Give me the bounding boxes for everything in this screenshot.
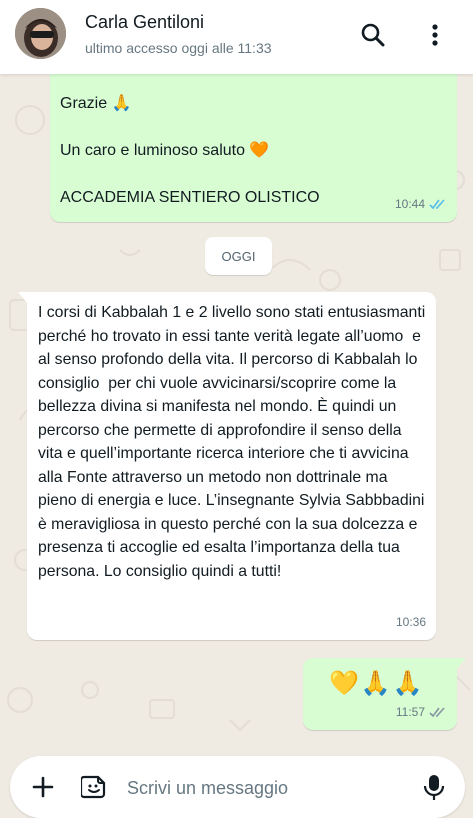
message-meta: 10:44 [395, 193, 447, 217]
avatar-photo [15, 8, 66, 59]
message-meta: 10:36 [396, 611, 426, 635]
date-divider: OGGI [205, 237, 272, 275]
message-incoming[interactable]: I corsi di Kabbalah 1 e 2 livello sono s… [18, 292, 436, 640]
message-text: I corsi di Kabbalah 1 e 2 livello sono s… [38, 304, 430, 580]
bubble-tail [456, 658, 466, 670]
more-options-icon[interactable] [428, 22, 442, 48]
search-icon[interactable] [360, 22, 386, 48]
last-seen-status: ultimo accesso oggi alle 11:33 [85, 40, 272, 56]
message-meta: 11:57 [396, 701, 447, 725]
message-time: 10:36 [395, 614, 426, 629]
message-text: 💛🙏🙏 [329, 670, 425, 697]
message-time: 11:57 [395, 704, 425, 719]
microphone-icon[interactable] [423, 774, 445, 802]
message-outgoing[interactable]: 💛🙏🙏 11:57 [303, 658, 466, 730]
contact-name[interactable]: Carla Gentiloni [85, 12, 204, 33]
sticker-icon[interactable] [79, 774, 107, 800]
attach-plus-icon[interactable] [32, 776, 54, 798]
delivered-receipt-icon [429, 707, 445, 717]
message-outgoing[interactable]: Grazie 🙏 Un caro e luminoso saluto 🧡 ACC… [50, 60, 457, 222]
contact-avatar[interactable] [15, 8, 66, 59]
message-time: 10:44 [394, 196, 425, 211]
message-text: Grazie 🙏 Un caro e luminoso saluto 🧡 ACC… [60, 95, 320, 206]
read-receipt-icon [429, 199, 445, 209]
bubble-tail [18, 292, 28, 304]
message-input[interactable] [125, 775, 409, 801]
chat-header: Carla Gentiloni ultimo accesso oggi alle… [0, 0, 473, 74]
message-composer [10, 756, 465, 818]
